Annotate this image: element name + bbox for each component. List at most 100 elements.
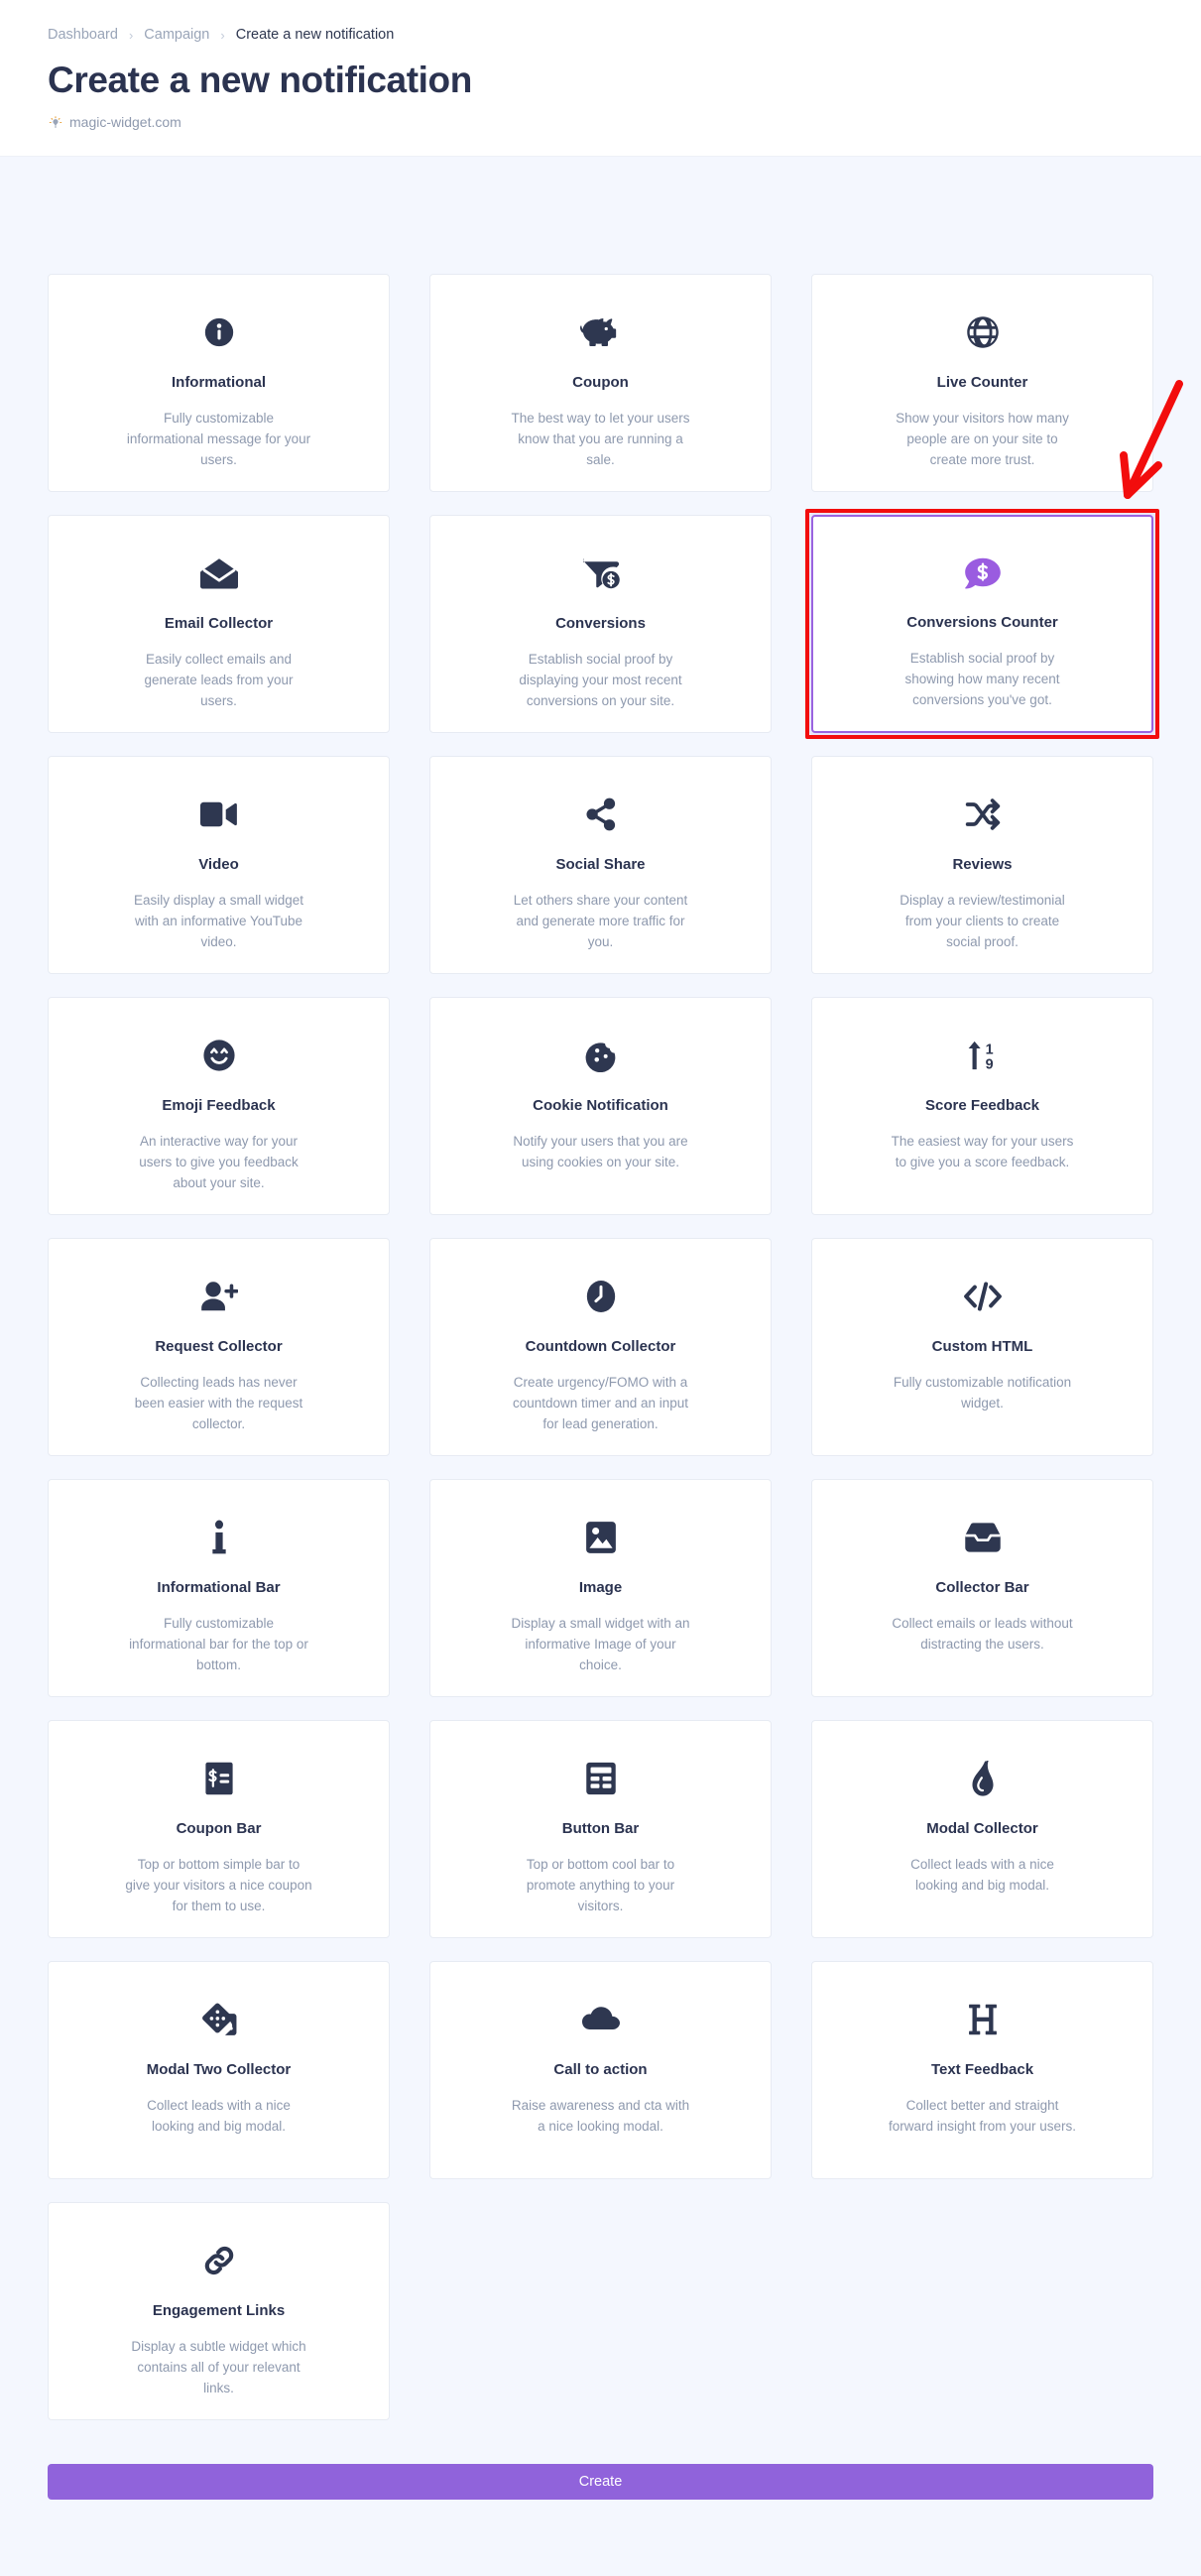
notification-type-card-collector-bar[interactable]: Collector Bar Collect emails or leads wit… <box>811 1479 1153 1698</box>
card-description: Collect leads with a nice looking and bi… <box>910 1857 1054 1894</box>
code-icon <box>963 1269 1003 1324</box>
breadcrumb-item-campaign[interactable]: Campaign <box>144 28 209 43</box>
card-description: Fully customizable notification widget. <box>893 1375 1072 1411</box>
card-description: Establish social proof by showing how ma… <box>904 651 1060 708</box>
card-description: Display a review/testimonial from your c… <box>900 893 1065 950</box>
link-chain-icon <box>202 2233 236 2288</box>
card-title: Conversions Counter <box>906 614 1058 632</box>
notification-type-card-modal-two-collector[interactable]: Modal Two Collector Collect leads with a … <box>48 1961 390 2180</box>
card-description: The best way to let your users know that… <box>511 411 690 468</box>
notification-type-card-cookie-notification[interactable]: Cookie Notification Notify your users tha… <box>429 997 772 1216</box>
card-title: Emoji Feedback <box>162 1097 276 1115</box>
notification-type-card-image[interactable]: Image Display a small widget with an info… <box>429 1479 772 1698</box>
globe-icon <box>965 305 1001 360</box>
create-button[interactable]: Create <box>48 2464 1153 2501</box>
notification-type-card-email-collector[interactable]: Email Collector Easily collect emails and… <box>48 515 390 734</box>
notification-type-card-score-feedback[interactable]: 1 9 Score Feedback The easiest way for your… <box>811 997 1153 1216</box>
card-description: Raise awareness and cta with a nice look… <box>511 2098 690 2135</box>
notification-type-section: Informational Fully customizable informat… <box>0 157 1201 2421</box>
notification-type-card-custom-html[interactable]: Custom HTML Fully customizable notificati… <box>811 1238 1153 1457</box>
card-title: Request Collector <box>155 1338 283 1356</box>
notification-type-card-video[interactable]: Video Easily display a small widget with … <box>48 756 390 975</box>
card-description: Collecting leads has never been easier w… <box>134 1375 303 1432</box>
shuffle-icon <box>965 787 1001 842</box>
card-description: Top or bottom cool bar to promote anythi… <box>526 1857 675 1914</box>
notification-type-card-informational[interactable]: Informational Fully customizable informat… <box>48 274 390 493</box>
smiley-face-icon <box>202 1028 236 1083</box>
lightbulb-icon <box>48 114 62 130</box>
score-arrow-icon: 19 <box>966 1028 1000 1083</box>
notification-type-card-reviews[interactable]: Reviews Display a review/testimonial from… <box>811 756 1153 975</box>
notification-type-card-countdown-collector[interactable]: Countdown Collector Create urgency/FOMO w… <box>429 1238 772 1457</box>
svg-text:9: 9 <box>985 1057 993 1071</box>
card-description: Fully customizable informational bar for… <box>129 1616 308 1673</box>
site-domain-line: magic-widget.com <box>48 114 1153 130</box>
cloud-icon <box>581 1992 620 2047</box>
user-plus-icon <box>200 1269 238 1324</box>
envelope-open-icon <box>199 546 238 601</box>
notification-type-card-social-share[interactable]: Social Share Let others share your conten… <box>429 756 772 975</box>
chevron-right-icon: › <box>220 27 225 43</box>
card-description: Fully customizable informational message… <box>126 411 311 468</box>
breadcrumb-item-dashboard[interactable]: Dashboard <box>48 28 118 43</box>
info-letter-icon <box>208 1510 230 1565</box>
card-title: Button Bar <box>561 1820 640 1838</box>
card-title: Modal Collector <box>926 1820 1038 1838</box>
image-icon <box>585 1510 617 1565</box>
notification-type-card-engagement-links[interactable]: Engagement Links Display a subtle widget … <box>48 2202 390 2421</box>
funnel-dollar-icon <box>582 546 620 601</box>
card-title: Informational <box>171 374 266 392</box>
notification-type-card-conversions-counter[interactable]: Conversions Counter Establish social proo… <box>811 515 1153 734</box>
notification-type-card-conversions[interactable]: Conversions Establish social proof by dis… <box>429 515 772 734</box>
notification-type-card-text-feedback[interactable]: Text Feedback Collect better and straight… <box>811 1961 1153 2180</box>
piggy-bank-icon <box>579 305 622 360</box>
breadcrumb: Dashboard › Campaign › Create a new noti… <box>48 28 1153 43</box>
card-description: Show your visitors how many people are o… <box>896 411 1069 468</box>
card-description: Collect emails or leads without distract… <box>892 1616 1073 1653</box>
share-nodes-icon <box>585 787 617 842</box>
card-title: Reviews <box>952 856 1013 874</box>
card-description: Collect better and straight forward insi… <box>888 2098 1077 2135</box>
card-title: Countdown Collector <box>525 1338 676 1356</box>
page-header: Dashboard › Campaign › Create a new noti… <box>0 0 1201 158</box>
card-title: Social Share <box>555 856 646 874</box>
notification-type-card-coupon-bar[interactable]: Coupon Bar Top or bottom simple bar to gi… <box>48 1720 390 1939</box>
card-title: Image <box>578 1579 623 1597</box>
notification-type-card-call-to-action[interactable]: Call to action Raise awareness and cta wi… <box>429 1961 772 2180</box>
card-title: Text Feedback <box>930 2061 1034 2079</box>
clock-icon <box>585 1269 617 1324</box>
card-title: Email Collector <box>164 615 274 633</box>
card-description: Top or bottom simple bar to give your vi… <box>125 1857 312 1914</box>
card-title: Modal Two Collector <box>146 2061 292 2079</box>
card-title: Collector Bar <box>935 1579 1029 1597</box>
receipt-dollar-icon <box>204 1751 234 1806</box>
card-title: Custom HTML <box>931 1338 1033 1356</box>
card-description: Create urgency/FOMO with a countdown tim… <box>512 1375 689 1432</box>
notification-type-card-request-collector[interactable]: Request Collector Collecting leads has ne… <box>48 1238 390 1457</box>
notification-type-card-informational-bar[interactable]: Informational Bar Fully customizable info… <box>48 1479 390 1698</box>
card-description: Easily collect emails and generate leads… <box>144 652 294 709</box>
notification-type-card-live-counter[interactable]: Live Counter Show your visitors how many … <box>811 274 1153 493</box>
card-title: Coupon <box>572 374 629 392</box>
comment-dollar-icon <box>964 547 1002 600</box>
card-title: Conversions <box>555 615 646 633</box>
card-description: The easiest way for your users to give y… <box>891 1134 1074 1170</box>
footer-actions: Create <box>0 2420 1201 2539</box>
card-description: An interactive way for your users to giv… <box>139 1134 299 1191</box>
cookie-icon <box>584 1028 618 1083</box>
card-description: Establish social proof by displaying you… <box>519 652 682 709</box>
card-description: Display a small widget with an informati… <box>511 1616 690 1673</box>
table-list-icon <box>585 1751 617 1806</box>
card-description: Easily display a small widget with an in… <box>133 893 304 950</box>
notification-type-card-modal-collector[interactable]: Modal Collector Collect leads with a nice… <box>811 1720 1153 1939</box>
heading-icon <box>968 1992 998 2047</box>
breadcrumb-item-current: Create a new notification <box>235 27 395 43</box>
card-description: Let others share your content and genera… <box>513 893 688 950</box>
notification-type-card-button-bar[interactable]: Button Bar Top or bottom cool bar to prom… <box>429 1720 772 1939</box>
card-title: Engagement Links <box>152 2302 286 2320</box>
svg-text:1: 1 <box>985 1043 993 1058</box>
notification-type-card-emoji-feedback[interactable]: Emoji Feedback An interactive way for you… <box>48 997 390 1216</box>
notification-type-card-coupon[interactable]: Coupon The best way to let your users kno… <box>429 274 772 493</box>
chevron-right-icon: › <box>128 27 134 43</box>
card-description: Collect leads with a nice looking and bi… <box>147 2098 291 2135</box>
